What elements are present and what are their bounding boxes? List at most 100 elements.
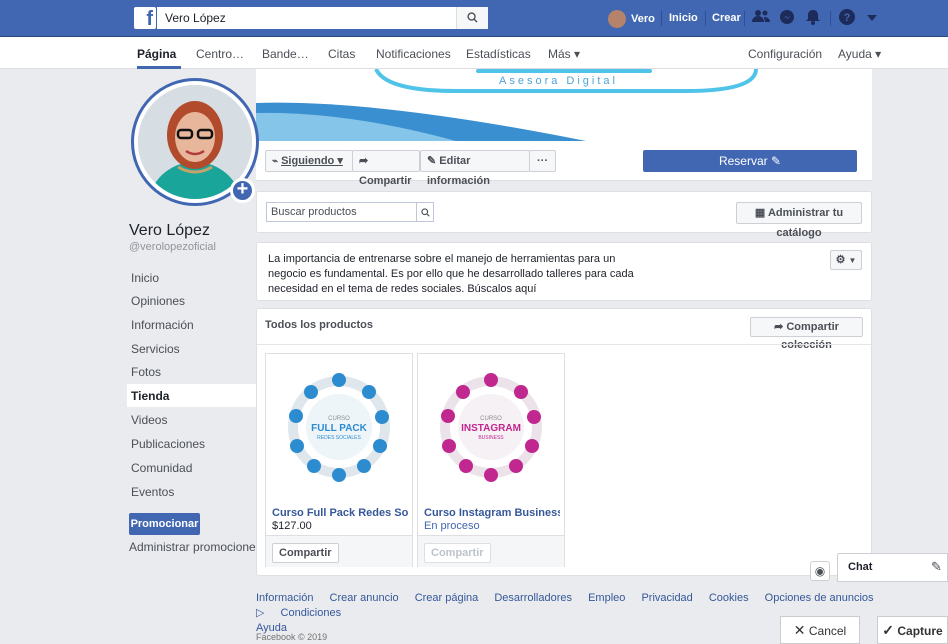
- chat-bar[interactable]: Chat ✎: [837, 553, 948, 582]
- cancel-button[interactable]: ✕ Cancel: [780, 616, 860, 644]
- close-icon: ✕: [793, 622, 806, 638]
- tab-centro[interactable]: Centro…: [196, 47, 244, 61]
- sidebar-item-eventos[interactable]: Eventos: [131, 485, 174, 499]
- tab-citas[interactable]: Citas: [328, 47, 355, 61]
- sidebar-item-comunidad[interactable]: Comunidad: [131, 461, 192, 475]
- chat-label: Chat: [848, 561, 873, 573]
- manage-catalog-button[interactable]: ▦ Administrar tu catálogo: [736, 202, 862, 239]
- account-menu-icon[interactable]: [863, 9, 881, 27]
- divider: [705, 11, 706, 26]
- sidebar-item-opiniones[interactable]: Opiniones: [131, 294, 185, 308]
- product-title[interactable]: Curso Instagram Business: [424, 507, 560, 519]
- product-search-placeholder: Buscar productos: [271, 206, 357, 218]
- divider: [744, 11, 745, 26]
- add-photo-button[interactable]: +: [230, 178, 255, 203]
- help-icon[interactable]: ?: [838, 9, 856, 27]
- svg-text:?: ?: [844, 12, 851, 24]
- chevron-down-icon: ▼: [848, 256, 857, 265]
- check-icon: ✓: [882, 622, 895, 638]
- cover-brand-text: Asesora Digital: [499, 75, 618, 87]
- notifications-icon[interactable]: [804, 9, 822, 27]
- share-label: Compartir: [359, 175, 412, 187]
- product-share-button[interactable]: Compartir: [424, 543, 491, 563]
- following-label: Siguiendo ▾: [281, 155, 343, 167]
- product-card[interactable]: CURSO INSTAGRAM BUSINESS Curso Instagram…: [417, 353, 565, 567]
- sidebar-item-videos[interactable]: Videos: [131, 413, 167, 427]
- search-button[interactable]: [456, 7, 488, 29]
- thumb-line1: CURSO: [328, 416, 350, 422]
- cover-photo[interactable]: Asesora Digital: [256, 69, 872, 141]
- manage-promotions-link[interactable]: Administrar promociones: [129, 540, 262, 554]
- divider: [661, 11, 662, 26]
- shop-toolbar: Buscar productos ▦ Administrar tu catálo…: [256, 191, 872, 239]
- search-icon: [467, 12, 478, 23]
- footer-link[interactable]: Empleo: [588, 592, 625, 604]
- share-collection-button[interactable]: ➦ Compartir colección: [750, 317, 863, 351]
- sidebar-item-inicio[interactable]: Inicio: [131, 271, 159, 285]
- product-card[interactable]: CURSO FULL PACK REDES SOCIALES Curso Ful…: [265, 353, 413, 567]
- create-link[interactable]: Crear: [712, 12, 741, 24]
- footer-link[interactable]: Información: [256, 592, 313, 604]
- product-title[interactable]: Curso Full Pack Redes Social…: [272, 507, 408, 519]
- messenger-icon[interactable]: [778, 9, 796, 27]
- edit-label: Editar información: [427, 155, 490, 187]
- search-icon: [420, 208, 430, 217]
- tab-notificaciones[interactable]: Notificaciones: [376, 47, 451, 61]
- sidebar-item-servicios[interactable]: Servicios: [131, 342, 180, 356]
- product-footer: Compartir: [418, 535, 564, 567]
- share-page-button[interactable]: ➦ Compartir: [352, 150, 420, 187]
- more-options-button[interactable]: ···: [529, 150, 556, 172]
- shop-description: La importancia de entrenarse sobre el ma…: [268, 253, 634, 295]
- home-link[interactable]: Inicio: [669, 12, 698, 24]
- page-name: Vero López: [129, 222, 210, 239]
- share-arrow-icon: ➦: [359, 155, 369, 167]
- capture-label: Capture: [897, 624, 943, 638]
- compose-icon[interactable]: ✎: [931, 559, 942, 575]
- footer-link[interactable]: Crear anuncio: [330, 592, 399, 604]
- product-footer: Compartir: [266, 535, 412, 567]
- promote-button[interactable]: Promocionar: [129, 513, 200, 535]
- footer-link[interactable]: Crear página: [415, 592, 479, 604]
- facebook-logo-icon[interactable]: f: [134, 7, 156, 30]
- profile-link[interactable]: Vero: [608, 10, 655, 28]
- tab-estadisticas[interactable]: Estadísticas: [466, 47, 531, 61]
- gear-icon: ⚙: [835, 254, 846, 266]
- product-search-input[interactable]: Buscar productos: [266, 202, 417, 222]
- page-navigation: Página Centro… Bande… Citas Notificacion…: [0, 37, 948, 69]
- footer-link[interactable]: Condiciones: [281, 607, 342, 619]
- product-share-button[interactable]: Compartir: [272, 543, 339, 563]
- share-collection-label: Compartir colección: [781, 321, 839, 351]
- search-value: Vero López: [165, 11, 226, 25]
- edit-info-button[interactable]: ✎ Editar información: [420, 150, 530, 187]
- share-arrow-icon: ➦: [774, 321, 784, 333]
- help-menu[interactable]: Ayuda ▾: [838, 47, 881, 61]
- footer-link[interactable]: Desarrolladores: [494, 592, 572, 604]
- tab-pagina[interactable]: Página: [137, 47, 176, 61]
- friend-requests-icon[interactable]: [752, 9, 770, 27]
- product-price: $127.00: [272, 520, 312, 532]
- search-input[interactable]: Vero López: [157, 7, 488, 29]
- footer-link[interactable]: Cookies: [709, 592, 749, 604]
- avatar: [608, 10, 626, 28]
- reserve-button[interactable]: Reservar ✎: [643, 150, 857, 172]
- capture-button[interactable]: ✓ Capture: [877, 616, 948, 644]
- sidebar-item-informacion[interactable]: Información: [131, 318, 194, 332]
- pencil-icon: ✎: [770, 154, 782, 168]
- copyright: Facebook © 2019: [256, 632, 328, 642]
- page-action-bar: ⌁ Siguiendo ▾ ➦ Compartir ✎ Editar infor…: [256, 141, 872, 187]
- sidebar-item-tienda[interactable]: Tienda: [131, 389, 169, 403]
- thumb-line3: REDES SOCIALES: [317, 435, 361, 441]
- divider: [830, 11, 831, 26]
- grid-icon: ▦: [754, 207, 766, 219]
- settings-dropdown[interactable]: ⚙ ▼: [830, 250, 862, 270]
- pencil-icon: ✎: [427, 155, 437, 167]
- sidebar-item-fotos[interactable]: Fotos: [131, 365, 161, 379]
- footer-link[interactable]: Privacidad: [641, 592, 692, 604]
- settings-link[interactable]: Configuración: [748, 47, 822, 61]
- product-search-button[interactable]: [417, 202, 434, 222]
- globe-icon[interactable]: ◉: [810, 561, 830, 581]
- tab-mas[interactable]: Más ▾: [548, 47, 580, 61]
- sidebar-item-publicaciones[interactable]: Publicaciones: [131, 437, 205, 451]
- tab-bandeja[interactable]: Bande…: [262, 47, 309, 61]
- following-button[interactable]: ⌁ Siguiendo ▾: [265, 150, 353, 172]
